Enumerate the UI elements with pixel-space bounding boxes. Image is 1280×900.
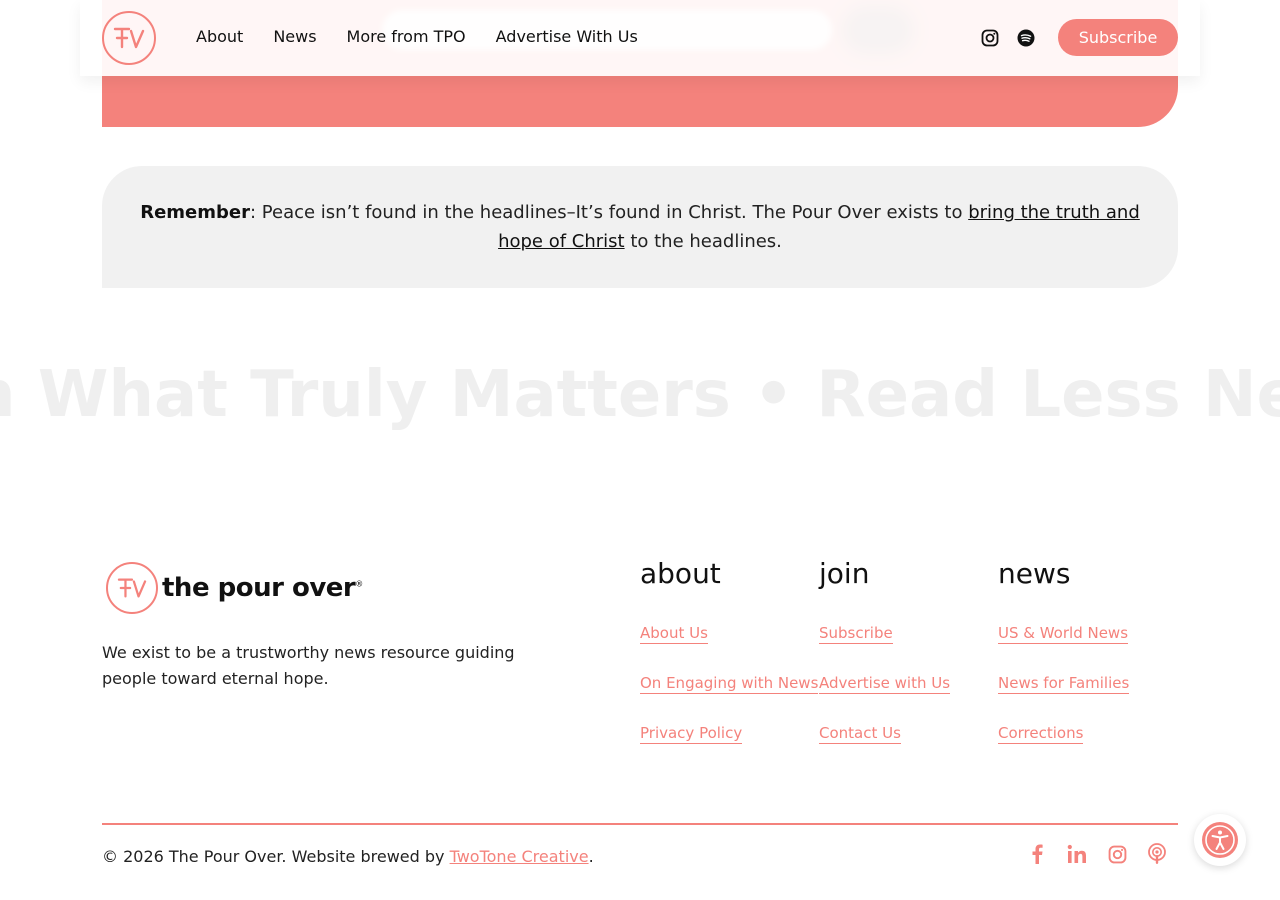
remember-callout: Remember: Peace isn’t found in the headl…: [102, 166, 1178, 288]
footer-col-join: join Subscribe Advertise with Us Contact…: [819, 556, 999, 770]
podcast-icon[interactable]: [1146, 842, 1168, 866]
nav-news[interactable]: News: [273, 26, 316, 48]
subscribe-button[interactable]: Subscribe: [1058, 19, 1178, 56]
facebook-icon[interactable]: [1026, 842, 1048, 866]
footer-brand[interactable]: the pour over®: [106, 562, 363, 614]
site-header: About News More from TPO Advertise With …: [80, 0, 1200, 76]
main-nav: About News More from TPO Advertise With …: [196, 26, 638, 48]
footer-link-us-world-news[interactable]: US & World News: [998, 620, 1178, 646]
footer-link-corrections[interactable]: Corrections: [998, 720, 1178, 746]
instagram-icon[interactable]: [1106, 842, 1128, 866]
nav-about[interactable]: About: [196, 26, 243, 48]
logo-icon[interactable]: [102, 11, 156, 65]
footer-col-title: join: [819, 557, 870, 590]
registered-mark: ®: [355, 579, 363, 589]
footer-link-privacy[interactable]: Privacy Policy: [640, 720, 820, 746]
footer-col-news: news US & World News News for Families C…: [998, 556, 1178, 770]
remember-text-end: to the headlines.: [624, 231, 782, 252]
footer-col-about: about About Us On Engaging with News Pri…: [640, 556, 820, 770]
marquee-text: n What Truly Matters • Read Less News •: [0, 358, 1280, 432]
twotone-creative-link[interactable]: TwoTone Creative: [450, 847, 589, 866]
accessibility-button[interactable]: [1194, 814, 1246, 866]
footer-divider: [102, 823, 1178, 825]
footer-col-title: news: [998, 557, 1071, 590]
nav-advertise[interactable]: Advertise With Us: [496, 26, 638, 48]
logo-icon: [106, 562, 158, 614]
nav-more-from-tpo[interactable]: More from TPO: [347, 26, 466, 48]
footer-link-about-us[interactable]: About Us: [640, 620, 820, 646]
spotify-icon[interactable]: [1016, 28, 1036, 48]
scrolling-marquee: n What Truly Matters • Read Less News •: [0, 355, 1280, 435]
linkedin-icon[interactable]: [1066, 842, 1088, 866]
footer-link-contact[interactable]: Contact Us: [819, 720, 999, 746]
footer-link-advertise[interactable]: Advertise with Us: [819, 670, 999, 696]
footer-social: [1026, 842, 1168, 866]
brand-name: the pour over®: [162, 573, 363, 603]
footer-tagline: We exist to be a trustworthy news resour…: [102, 643, 515, 688]
footer-col-title: about: [640, 557, 721, 590]
accessibility-icon: [1202, 822, 1238, 858]
header-social: [980, 28, 1036, 48]
footer-link-on-engaging[interactable]: On Engaging with News: [640, 670, 820, 696]
footer-link-news-for-families[interactable]: News for Families: [998, 670, 1178, 696]
instagram-icon[interactable]: [980, 28, 1000, 48]
remember-label: Remember: [140, 202, 250, 223]
remember-text: : Peace isn’t found in the headlines–It’…: [250, 202, 969, 223]
copyright: © 2026 The Pour Over. Website brewed by …: [102, 847, 594, 866]
footer-link-subscribe[interactable]: Subscribe: [819, 620, 999, 646]
